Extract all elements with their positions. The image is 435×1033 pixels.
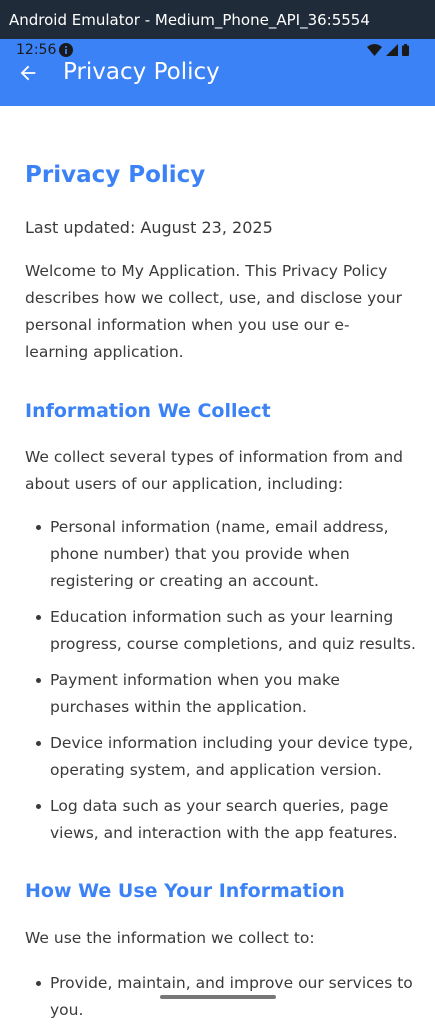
bullet-icon <box>36 525 41 530</box>
signal-icon <box>386 44 398 56</box>
list-item: Device information including your device… <box>25 730 417 784</box>
appbar-title: Privacy Policy <box>63 59 220 85</box>
app-bar: 12:56 Privacy Policy <box>0 39 435 106</box>
section-lead-use: We use the information we collect to: <box>25 929 315 947</box>
battery-icon <box>402 44 409 56</box>
last-updated-text: Last updated: August 23, 2025 <box>25 218 273 237</box>
emulator-window-titlebar: Android Emulator - Medium_Phone_API_36:5… <box>0 0 435 39</box>
info-icon <box>59 43 73 57</box>
back-arrow-icon[interactable] <box>17 62 39 84</box>
section-heading-use: How We Use Your Information <box>25 880 345 902</box>
bullet-icon <box>36 615 41 620</box>
wifi-icon <box>367 44 382 56</box>
section-heading-collect: Information We Collect <box>25 400 271 422</box>
bullet-icon <box>36 804 41 809</box>
bullet-icon <box>36 741 41 746</box>
bullet-icon <box>36 981 41 986</box>
list-item: Personal information (name, email addres… <box>25 514 417 595</box>
intro-paragraph: Welcome to My Application. This Privacy … <box>25 262 402 361</box>
gesture-nav-handle[interactable] <box>160 995 276 999</box>
use-list: Provide, maintain, and improve our servi… <box>25 970 417 1033</box>
status-icons <box>367 44 409 56</box>
window-title: Android Emulator - Medium_Phone_API_36:5… <box>9 10 370 29</box>
page-heading: Privacy Policy <box>25 162 206 188</box>
collect-list: Personal information (name, email addres… <box>25 514 417 856</box>
bullet-icon <box>36 678 41 683</box>
list-item: Payment information when you make purcha… <box>25 667 417 721</box>
list-item: Education information such as your learn… <box>25 604 417 658</box>
list-item: Log data such as your search queries, pa… <box>25 793 417 847</box>
section-lead-collect: We collect several types of information … <box>25 448 404 493</box>
status-time: 12:56 <box>16 42 57 58</box>
